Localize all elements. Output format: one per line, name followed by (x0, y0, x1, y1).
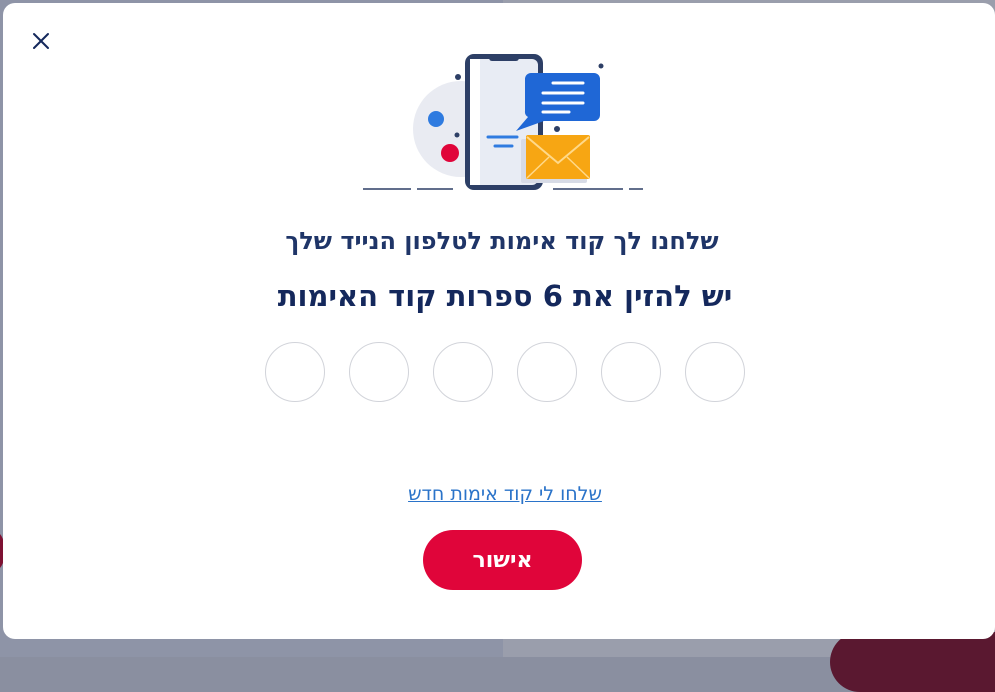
code-digit-5[interactable] (349, 342, 409, 402)
resend-code-link[interactable]: שלחו לי קוד אימות חדש (3, 483, 995, 505)
confirm-button[interactable]: אישור (423, 530, 582, 590)
modal-subtitle: יש להזין את 6 ספרות קוד האימות (277, 279, 733, 313)
code-digit-4[interactable] (433, 342, 493, 402)
code-digit-3[interactable] (517, 342, 577, 402)
close-button[interactable] (27, 27, 55, 55)
modal-title: שלחנו לך קוד אימות לטלפון הנייד שלך (285, 227, 719, 255)
verification-modal: שלחנו לך קוד אימות לטלפון הנייד שלך יש ל… (3, 3, 995, 639)
code-digit-6[interactable] (265, 342, 325, 402)
backdrop-button-right (830, 632, 995, 692)
close-icon (33, 33, 49, 49)
code-digit-2[interactable] (601, 342, 661, 402)
phone-message-envelope-illustration (363, 54, 643, 190)
code-digit-1[interactable] (685, 342, 745, 402)
verification-code-inputs (265, 342, 745, 406)
